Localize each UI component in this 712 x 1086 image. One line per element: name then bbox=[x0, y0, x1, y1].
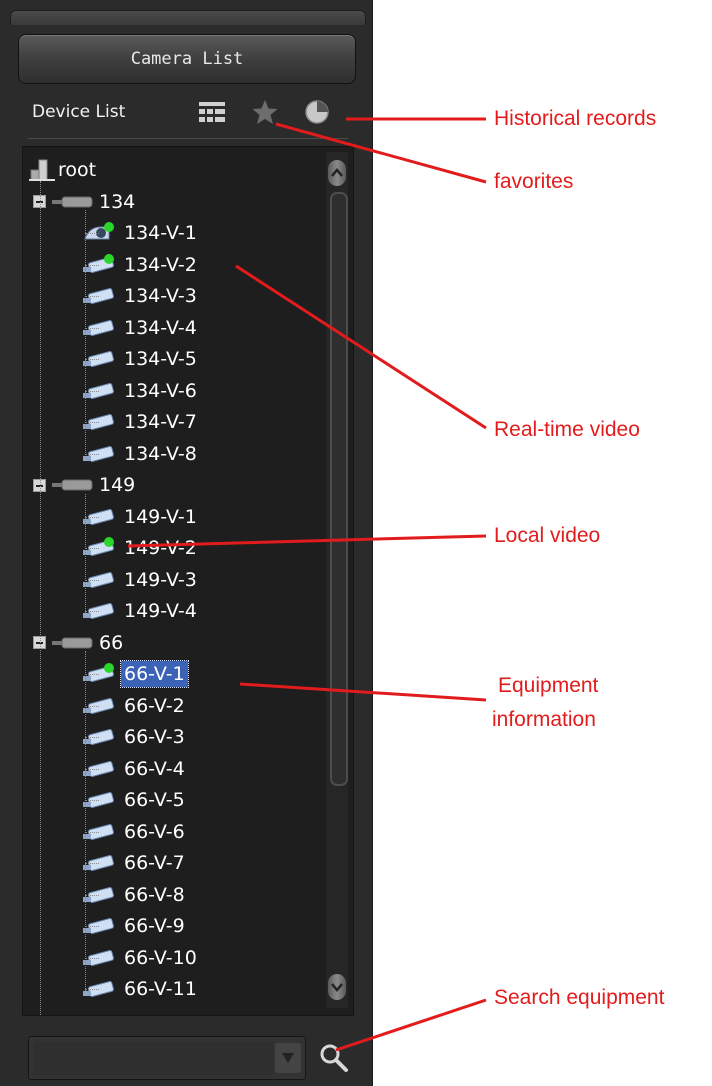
tree-connector-line bbox=[85, 768, 99, 770]
tree-connector-line bbox=[85, 674, 99, 675]
search-input[interactable] bbox=[33, 1041, 273, 1075]
history-clock-icon[interactable] bbox=[302, 98, 332, 126]
camera-list-button[interactable]: Camera List bbox=[18, 34, 356, 84]
annotation-local-video: Local video bbox=[494, 524, 601, 547]
chevron-down-icon bbox=[331, 983, 343, 992]
tree-node-label: 66-V-5 bbox=[124, 789, 185, 811]
tree-connector-line bbox=[85, 611, 99, 612]
annotation-search-equipment: Search equipment bbox=[494, 986, 665, 1009]
tree-node-label: 149-V-1 bbox=[124, 505, 197, 528]
tree-node-label: 134-V-7 bbox=[124, 411, 197, 433]
tree-node-label: 66-V-11 bbox=[124, 978, 197, 1000]
tree-node-label: 66-V-9 bbox=[124, 915, 185, 937]
device-group-icon bbox=[52, 479, 93, 491]
grid-layout-icon[interactable] bbox=[197, 98, 227, 126]
tree-node-label: 149-V-3 bbox=[124, 568, 197, 591]
device-group-icon bbox=[52, 196, 93, 207]
tree-node-label: 149-V-2 bbox=[124, 537, 197, 559]
tree-node-label: root bbox=[58, 159, 97, 181]
tree-node-label: 134-V-5 bbox=[124, 348, 197, 370]
annotation-historical-records: Historical records bbox=[494, 107, 657, 130]
tree-connector-line bbox=[85, 453, 99, 455]
tree-connector-line bbox=[85, 233, 99, 234]
online-status-dot bbox=[104, 253, 114, 264]
search-dropdown-button[interactable] bbox=[275, 1043, 301, 1073]
tree-node-label: 66-V-10 bbox=[124, 946, 197, 969]
device-list-label: Device List bbox=[32, 102, 126, 122]
panel-top-edge bbox=[10, 10, 366, 25]
tree-node-label: 66-V-7 bbox=[124, 852, 185, 874]
tree-node-label: 149-V-4 bbox=[124, 600, 197, 622]
tree-node-label: 134-V-4 bbox=[124, 316, 197, 339]
tree-node-label: 66-V-3 bbox=[124, 726, 185, 748]
tree-connector-line bbox=[85, 548, 99, 549]
device-list-toolbar: Device List bbox=[0, 90, 372, 134]
tree-node-label: 66-V-1 bbox=[120, 660, 189, 688]
tree-node-label: 134-V-1 bbox=[124, 222, 197, 244]
tree-connector-line bbox=[85, 863, 99, 864]
tree-node-label: 134-V-3 bbox=[124, 285, 197, 307]
tree-connector-line bbox=[85, 737, 99, 738]
tree-connector-line bbox=[85, 390, 99, 392]
tree-connector-line bbox=[85, 957, 99, 959]
tree-connector-line bbox=[85, 264, 99, 266]
tree-connector-line bbox=[85, 493, 86, 613]
chevron-up-icon bbox=[331, 168, 343, 177]
building-icon bbox=[29, 159, 55, 181]
tree-node-label: 66 bbox=[99, 631, 124, 654]
search-icon[interactable] bbox=[316, 1040, 350, 1074]
tree-node-label: 66-V-4 bbox=[124, 757, 185, 780]
tree-connector-line bbox=[85, 705, 99, 707]
scroll-down-button[interactable] bbox=[328, 974, 346, 1000]
tree-scrollbar[interactable] bbox=[326, 152, 348, 1008]
tree-connector-line bbox=[40, 180, 41, 1015]
annotation-favorites: favorites bbox=[494, 170, 574, 193]
tree-node-label: 66-V-2 bbox=[124, 694, 185, 717]
device-tree: root 134 134-V-1 134-V-2 134-V-3 134-V-4 134-V… bbox=[22, 146, 354, 1016]
tree-connector-line bbox=[85, 800, 99, 801]
tree-node-label: 134 bbox=[99, 190, 136, 213]
annotation-real-time-video: Real-time video bbox=[494, 418, 640, 441]
tree-node-label: 134-V-2 bbox=[124, 253, 197, 276]
online-status-dot bbox=[104, 222, 114, 232]
dropdown-arrow-icon bbox=[282, 1053, 294, 1063]
search-combobox bbox=[28, 1036, 306, 1080]
tree-node-label: 134-V-6 bbox=[124, 379, 197, 402]
tree-group-66[interactable]: 66 bbox=[33, 628, 126, 658]
scroll-up-button[interactable] bbox=[328, 160, 346, 186]
tree-connector-line bbox=[85, 989, 99, 990]
tree-connector-line bbox=[85, 831, 99, 833]
tree-node-label: 66-V-6 bbox=[124, 820, 185, 843]
scroll-thumb[interactable] bbox=[330, 192, 348, 786]
tree-connector-line bbox=[85, 926, 99, 927]
tree-node-label: 149 bbox=[99, 474, 136, 496]
toolbar-divider bbox=[28, 138, 348, 139]
annotation-equipment-line-2: information bbox=[492, 708, 596, 731]
camera-list-panel: Camera List Device List root 134 134-V-1 13… bbox=[0, 0, 373, 1086]
tree-connector-line bbox=[85, 327, 99, 329]
tree-connector-line bbox=[85, 210, 86, 455]
tree-node-label: 66-V-8 bbox=[124, 883, 185, 906]
tree-connector-line bbox=[85, 296, 99, 297]
online-status-dot bbox=[104, 537, 114, 547]
tree-connector-line bbox=[85, 359, 99, 360]
tree-connector-line bbox=[85, 894, 99, 896]
tree-connector-line bbox=[85, 651, 86, 991]
device-group-icon bbox=[52, 637, 93, 648]
tree-node-label: 134-V-8 bbox=[124, 442, 197, 465]
favorites-star-icon[interactable] bbox=[250, 98, 280, 126]
tree-connector-line bbox=[85, 422, 99, 423]
tree-connector-line bbox=[85, 516, 99, 518]
online-status-dot bbox=[104, 663, 114, 673]
tree-connector-line bbox=[85, 579, 99, 581]
annotation-equipment-line-1: Equipment bbox=[498, 674, 599, 697]
